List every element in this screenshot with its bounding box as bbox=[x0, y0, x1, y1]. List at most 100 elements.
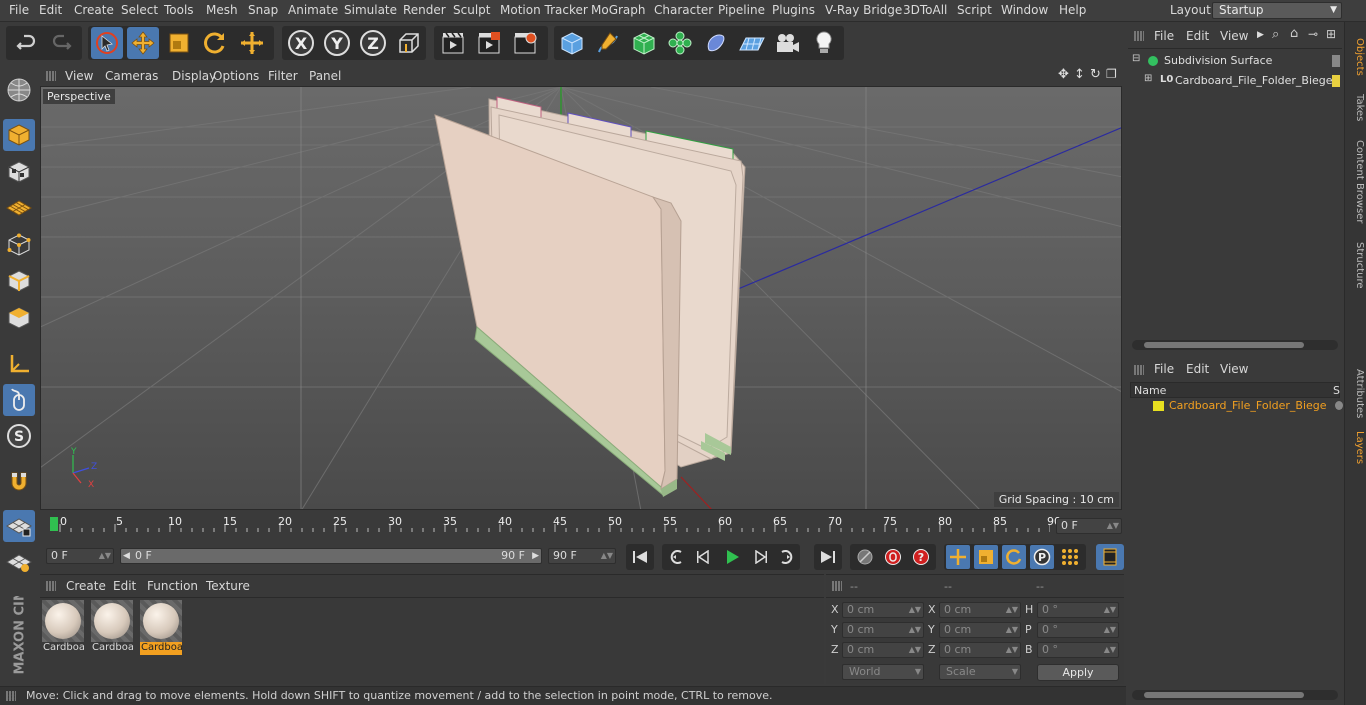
menu-window[interactable]: Window bbox=[1001, 3, 1048, 17]
drag-handle-icon[interactable] bbox=[6, 691, 16, 701]
timeline-ruler[interactable]: 0 5 10 15 20 25 30 35 40 45 50 55 60 65 … bbox=[50, 514, 1061, 532]
objects-menu-edit[interactable]: Edit bbox=[1186, 29, 1209, 43]
key-position-icon[interactable] bbox=[946, 545, 970, 569]
make-editable-icon[interactable] bbox=[3, 74, 35, 106]
axis-mode-icon[interactable] bbox=[3, 348, 35, 380]
start-frame-field[interactable]: 0 F ▲▼ bbox=[46, 548, 114, 564]
viewport-maximize-icon[interactable]: ❐ bbox=[1106, 67, 1117, 81]
snap-magnet-icon[interactable] bbox=[3, 466, 35, 498]
expand-icon[interactable]: ⊞ bbox=[1144, 73, 1152, 84]
horizontal-scrollbar[interactable] bbox=[1132, 340, 1338, 350]
menu-character[interactable]: Character bbox=[654, 3, 713, 17]
subdivision-surface-icon[interactable] bbox=[628, 27, 660, 59]
key-parameter-icon[interactable]: P bbox=[1030, 545, 1054, 569]
menu-3dtoall[interactable]: 3DToAll bbox=[903, 3, 947, 17]
material-swatch[interactable]: Cardboa bbox=[42, 600, 84, 656]
menu-create[interactable]: Create bbox=[74, 3, 114, 17]
locked-workplane-icon[interactable] bbox=[3, 546, 35, 578]
play-icon[interactable] bbox=[720, 545, 744, 569]
move-tool-icon[interactable] bbox=[127, 27, 159, 59]
key-scale-icon[interactable] bbox=[974, 545, 998, 569]
menu-render[interactable]: Render bbox=[403, 3, 446, 17]
viewport-menu-display[interactable]: Display bbox=[172, 69, 216, 83]
rot-p-field[interactable]: 0 ° ▲▼ bbox=[1037, 622, 1119, 638]
material-swatch-selected[interactable]: Cardboa bbox=[140, 600, 182, 656]
tab-layers[interactable]: Layers bbox=[1347, 426, 1365, 470]
render-view-icon[interactable] bbox=[437, 27, 469, 59]
solo-mode-icon[interactable]: S bbox=[3, 420, 35, 452]
link-icon[interactable]: ⊸ bbox=[1308, 27, 1318, 41]
apply-button[interactable]: Apply bbox=[1037, 664, 1119, 681]
undo-icon[interactable] bbox=[10, 27, 42, 59]
layout-select[interactable]: Startup ▼ bbox=[1212, 2, 1342, 19]
tweak-mode-icon[interactable] bbox=[3, 384, 35, 416]
go-to-start-button[interactable] bbox=[626, 544, 654, 570]
pos-z-field[interactable]: 0 cm ▲▼ bbox=[842, 642, 924, 658]
object-row[interactable]: ⊞ L0 Cardboard_File_Folder_Biege bbox=[1128, 72, 1342, 90]
drag-handle-icon[interactable] bbox=[46, 71, 56, 81]
layer-row[interactable]: Cardboard_File_Folder_Biege bbox=[1128, 398, 1343, 416]
drag-handle-icon[interactable] bbox=[46, 581, 56, 591]
timeline[interactable]: 0 5 10 15 20 25 30 35 40 45 50 55 60 65 … bbox=[40, 512, 1124, 542]
menu-motion-tracker[interactable]: Motion Tracker bbox=[500, 3, 588, 17]
collapse-icon[interactable]: ⊟ bbox=[1132, 53, 1140, 64]
column-name[interactable]: Name bbox=[1134, 384, 1166, 397]
material-menu-texture[interactable]: Texture bbox=[206, 579, 250, 593]
menu-mograph[interactable]: MoGraph bbox=[591, 3, 646, 17]
rot-h-field[interactable]: 0 ° ▲▼ bbox=[1037, 602, 1119, 618]
viewport-menu-cameras[interactable]: Cameras bbox=[105, 69, 158, 83]
size-x-field[interactable]: 0 cm ▲▼ bbox=[939, 602, 1021, 618]
texture-mode-icon[interactable] bbox=[3, 156, 35, 188]
horizontal-scrollbar[interactable] bbox=[1132, 690, 1338, 700]
y-axis-lock-button[interactable]: Y bbox=[321, 27, 353, 59]
pos-y-field[interactable]: 0 cm ▲▼ bbox=[842, 622, 924, 638]
drag-handle-icon[interactable] bbox=[832, 581, 842, 591]
go-to-end-button[interactable] bbox=[814, 544, 842, 570]
menu-animate[interactable]: Animate bbox=[288, 3, 338, 17]
viewport-move-icon[interactable]: ✥ bbox=[1058, 67, 1069, 82]
key-rotation-icon[interactable] bbox=[1002, 545, 1026, 569]
viewport-menu-view[interactable]: View bbox=[65, 69, 93, 83]
light-bulb-icon[interactable] bbox=[808, 27, 840, 59]
live-selection-icon[interactable] bbox=[236, 27, 268, 59]
material-swatch[interactable]: Cardboa bbox=[91, 600, 133, 656]
x-axis-lock-button[interactable]: X bbox=[285, 27, 317, 59]
layers-menu-view[interactable]: View bbox=[1220, 362, 1248, 376]
search-icon[interactable]: ⌕ bbox=[1272, 27, 1279, 42]
viewport-menu-filter[interactable]: Filter bbox=[268, 69, 298, 83]
edges-mode-icon[interactable] bbox=[3, 265, 35, 297]
size-y-field[interactable]: 0 cm ▲▼ bbox=[939, 622, 1021, 638]
tab-objects[interactable]: Objects bbox=[1347, 32, 1365, 82]
material-menu-function[interactable]: Function bbox=[147, 579, 198, 593]
menu-snap[interactable]: Snap bbox=[248, 3, 278, 17]
workplane-snap-icon[interactable] bbox=[3, 510, 35, 542]
menu-tools[interactable]: Tools bbox=[164, 3, 194, 17]
3d-viewport[interactable]: Perspective Y Z X Grid Spacing : 10 cm bbox=[40, 86, 1122, 510]
points-mode-icon[interactable] bbox=[3, 229, 35, 261]
floor-environment-icon[interactable] bbox=[736, 27, 768, 59]
viewport-menu-panel[interactable]: Panel bbox=[309, 69, 341, 83]
key-point-level-icon[interactable] bbox=[1058, 545, 1082, 569]
autokey-help-icon[interactable]: ? bbox=[909, 545, 933, 569]
render-settings-icon[interactable] bbox=[509, 27, 541, 59]
viewport-menu-options[interactable]: Options bbox=[213, 69, 259, 83]
home-icon[interactable]: ⌂ bbox=[1290, 26, 1298, 41]
menu-mesh[interactable]: Mesh bbox=[206, 3, 238, 17]
layers-menu-file[interactable]: File bbox=[1154, 362, 1174, 376]
camera-icon[interactable] bbox=[772, 27, 804, 59]
next-key-icon[interactable] bbox=[775, 545, 799, 569]
z-axis-lock-button[interactable]: Z bbox=[357, 27, 389, 59]
next-frame-icon[interactable] bbox=[748, 545, 772, 569]
scrollbar-thumb[interactable] bbox=[1144, 692, 1304, 698]
menu-edit[interactable]: Edit bbox=[39, 3, 62, 17]
keyframe-selection-icon[interactable] bbox=[853, 545, 877, 569]
pos-x-field[interactable]: 0 cm ▲▼ bbox=[842, 602, 924, 618]
previous-frame-icon[interactable] bbox=[692, 545, 716, 569]
scale-tool-icon[interactable] bbox=[163, 27, 195, 59]
tab-structure[interactable]: Structure bbox=[1347, 234, 1365, 296]
new-window-icon[interactable]: ⊞ bbox=[1326, 27, 1336, 41]
menu-simulate[interactable]: Simulate bbox=[344, 3, 397, 17]
objects-menu-file[interactable]: File bbox=[1154, 29, 1174, 43]
menu-vray-bridge[interactable]: V-Ray Bridge bbox=[825, 3, 902, 17]
rot-b-field[interactable]: 0 ° ▲▼ bbox=[1037, 642, 1119, 658]
